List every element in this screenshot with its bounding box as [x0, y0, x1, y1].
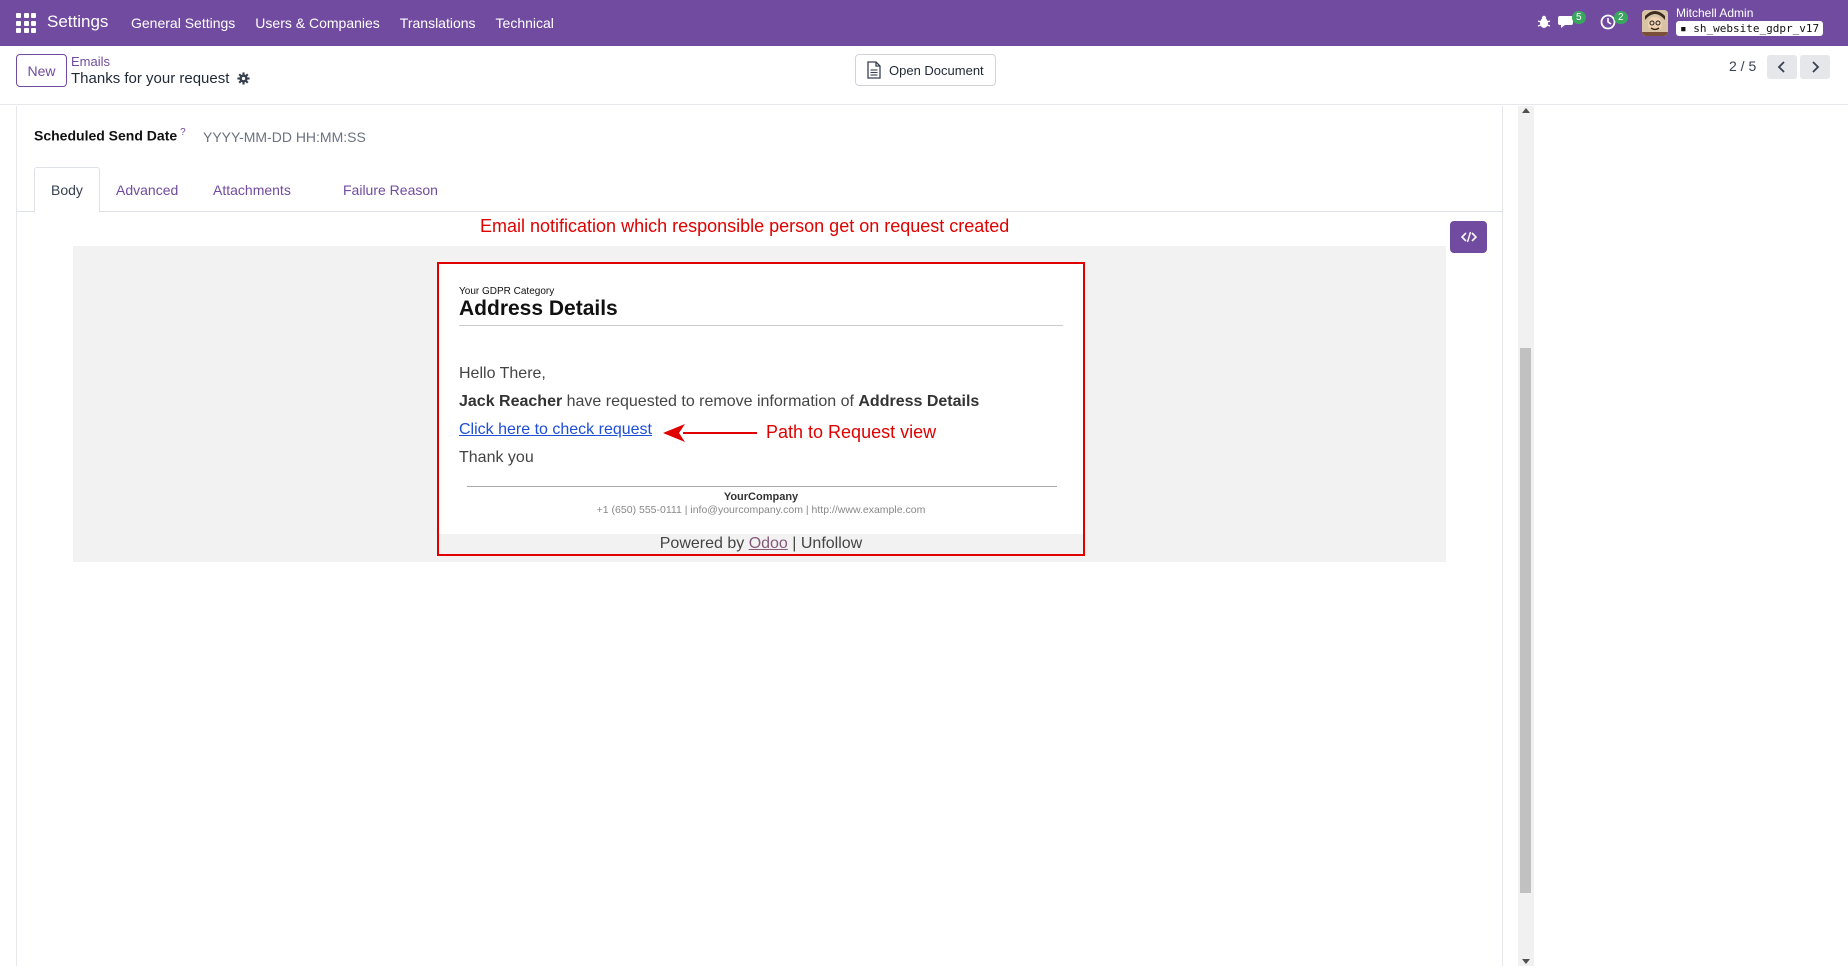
annotation-path-to-request: Path to Request view: [766, 422, 937, 442]
email-request-subject: Address Details: [858, 393, 980, 410]
email-greeting: Hello There,: [459, 365, 546, 382]
vertical-scrollbar[interactable]: [1518, 106, 1534, 966]
breadcrumb-emails[interactable]: Emails: [71, 54, 110, 69]
email-divider: [459, 325, 1063, 326]
email-thanks: Thank you: [459, 449, 534, 466]
scroll-up-arrow-icon[interactable]: [1522, 108, 1530, 113]
app-title[interactable]: Settings: [47, 12, 108, 32]
email-request-line: Jack Reacher have requested to remove in…: [459, 393, 979, 411]
pager-previous-button[interactable]: [1767, 55, 1797, 79]
pager-value[interactable]: 2 / 5: [1729, 58, 1756, 74]
top-navbar: Settings General Settings Users & Compan…: [0, 0, 1848, 46]
record-title-text: Thanks for your request: [71, 70, 230, 87]
menu-users-companies[interactable]: Users & Companies: [255, 15, 380, 31]
email-request-text: have requested to remove information of: [562, 393, 859, 410]
code-view-button[interactable]: [1450, 221, 1487, 253]
database-name: sh_website_gdpr_v17: [1693, 22, 1820, 35]
email-category: Your GDPR Category: [459, 286, 555, 297]
form-tabs: Body Advanced Attachments Failure Reason: [17, 167, 1503, 213]
scroll-down-arrow-icon[interactable]: [1522, 959, 1530, 964]
email-preview: Your GDPR Category Address Details Hello…: [437, 262, 1085, 556]
email-link-line: Click here to check request: [459, 421, 652, 439]
help-tooltip-icon[interactable]: ?: [180, 127, 186, 138]
arrow-left-icon: [663, 424, 757, 442]
open-document-label: Open Document: [889, 62, 984, 78]
tab-body[interactable]: Body: [34, 167, 100, 213]
bug-icon[interactable]: [1536, 14, 1552, 30]
powered-prefix: Powered by: [659, 535, 749, 552]
database-chip: ▪ sh_website_gdpr_v17: [1676, 21, 1824, 36]
record-title: Thanks for your request: [71, 70, 251, 87]
chat-count-badge: 5: [1572, 11, 1586, 24]
annotation-email-notification: Email notification which responsible per…: [480, 216, 1010, 236]
email-title: Address Details: [459, 297, 618, 320]
check-request-link[interactable]: Click here to check request: [459, 421, 652, 438]
menu-translations[interactable]: Translations: [400, 15, 476, 31]
email-company-name: YourCompany: [723, 491, 799, 503]
tab-attachments[interactable]: Attachments: [197, 167, 307, 212]
user-avatar[interactable]: [1642, 10, 1668, 36]
menu-technical[interactable]: Technical: [496, 15, 554, 31]
control-panel: New Emails Thanks for your request Open …: [0, 46, 1848, 105]
scheduled-send-date-label: Scheduled Send Date?: [34, 127, 186, 144]
email-footer-divider: [467, 486, 1057, 487]
email-requester: Jack Reacher: [459, 393, 563, 410]
new-button[interactable]: New: [16, 54, 67, 87]
chevron-right-icon: [1812, 61, 1820, 73]
tab-failure-reason[interactable]: Failure Reason: [327, 167, 454, 212]
document-icon: [867, 61, 881, 79]
tab-advanced[interactable]: Advanced: [100, 167, 194, 212]
form-sheet: Scheduled Send Date? YYYY-MM-DD HH:MM:SS…: [16, 106, 1503, 966]
gear-icon[interactable]: [237, 72, 251, 85]
email-company-info: +1 (650) 555-0111 | info@yourcompany.com…: [596, 504, 926, 516]
chevron-left-icon: [1777, 61, 1785, 73]
main-menu: General Settings Users & Companies Trans…: [131, 15, 574, 31]
open-document-button[interactable]: Open Document: [855, 54, 996, 86]
database-icon: ▪: [1680, 22, 1687, 35]
odoo-link[interactable]: Odoo: [749, 535, 788, 552]
code-icon: [1460, 231, 1477, 243]
scheduled-send-date-label-text: Scheduled Send Date: [34, 127, 178, 144]
email-powered-by: Powered by Odoo | Unfollow: [439, 534, 1083, 554]
apps-grid-icon[interactable]: [16, 13, 36, 33]
scheduled-send-date-input[interactable]: YYYY-MM-DD HH:MM:SS: [203, 129, 366, 145]
activity-count-badge: 2: [1614, 11, 1628, 24]
unfollow-text[interactable]: | Unfollow: [788, 535, 862, 552]
avatar-face-icon: [1642, 10, 1668, 36]
menu-general-settings[interactable]: General Settings: [131, 15, 235, 31]
pager-next-button[interactable]: [1800, 55, 1830, 79]
scroll-thumb[interactable]: [1520, 348, 1531, 893]
user-name[interactable]: Mitchell Admin: [1676, 6, 1753, 20]
